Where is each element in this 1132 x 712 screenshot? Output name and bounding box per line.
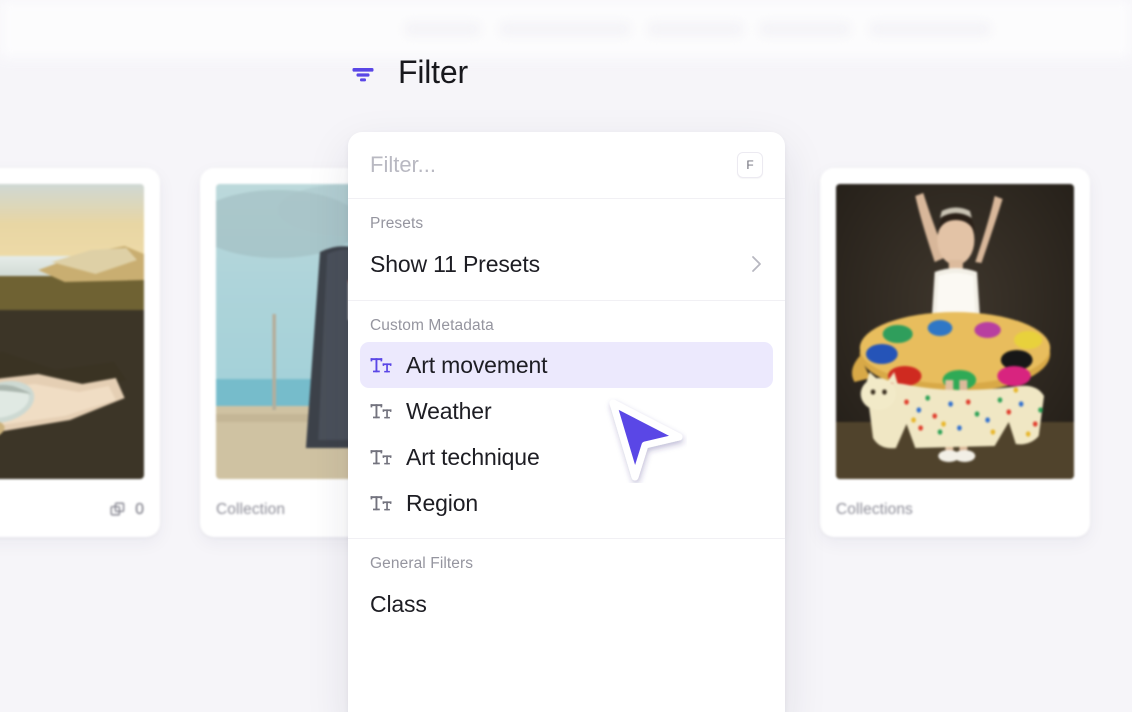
menu-item-label: Art movement	[406, 351, 548, 378]
menu-item-weather[interactable]: Weather	[360, 388, 773, 434]
section-label: General Filters	[370, 555, 474, 572]
blurred-chip	[760, 22, 850, 36]
menu-item-region[interactable]: Region	[360, 480, 773, 526]
filter-dropdown-panel: F Presets Show 11 Presets Custom Metadat…	[348, 132, 785, 712]
menu-item-show-presets[interactable]: Show 11 Presets	[360, 240, 773, 288]
artwork-card[interactable]: Collections	[820, 168, 1090, 537]
section-custom-metadata: Custom Metadata Art movement Weather Art…	[348, 300, 785, 538]
shortcut-key-badge: F	[737, 152, 763, 178]
card-count-value: 0	[135, 501, 144, 518]
card-footer: tions 0	[0, 499, 144, 521]
artwork-card[interactable]: tions 0	[0, 168, 160, 537]
menu-item-label: Weather	[406, 397, 492, 424]
artwork-thumbnail	[0, 184, 144, 479]
text-type-icon	[370, 404, 392, 419]
section-label: Custom Metadata	[370, 317, 494, 334]
melting-clocks-desert-art	[0, 184, 144, 479]
section-general-filters: General Filters Class	[348, 538, 785, 640]
copy-icon	[110, 502, 125, 516]
card-collections-count: 0	[110, 501, 144, 519]
text-type-icon	[370, 358, 392, 373]
menu-item-art-movement[interactable]: Art movement	[360, 342, 773, 388]
menu-item-class[interactable]: Class	[360, 580, 773, 628]
card-collections-label: Collections	[836, 501, 913, 518]
menu-item-label: Class	[370, 590, 427, 617]
filter-icon	[352, 67, 374, 81]
menu-item-label: Show 11 Presets	[370, 250, 540, 277]
filter-search-input[interactable]	[370, 152, 737, 178]
blurred-chip	[405, 22, 480, 36]
page-title: Filter	[398, 54, 468, 90]
text-type-icon	[370, 450, 392, 465]
filter-search-row: F	[348, 132, 785, 199]
blurred-chip	[648, 22, 743, 36]
chevron-right-icon	[752, 256, 761, 272]
ballerina-with-palette-art	[836, 184, 1074, 479]
menu-item-art-technique[interactable]: Art technique	[360, 434, 773, 480]
filter-header: Filter	[350, 54, 468, 91]
menu-item-label: Region	[406, 489, 478, 516]
card-collections-label: Collection	[216, 501, 286, 518]
section-label: Presets	[370, 215, 424, 232]
app-screen: tions 0	[0, 0, 1132, 712]
blurred-chip	[500, 22, 630, 36]
blurred-chip	[870, 22, 990, 36]
menu-item-label: Art technique	[406, 443, 540, 470]
section-presets: Presets Show 11 Presets	[348, 199, 785, 300]
text-type-icon	[370, 496, 392, 511]
card-footer: Collections	[836, 499, 1074, 521]
artwork-thumbnail	[836, 184, 1074, 479]
